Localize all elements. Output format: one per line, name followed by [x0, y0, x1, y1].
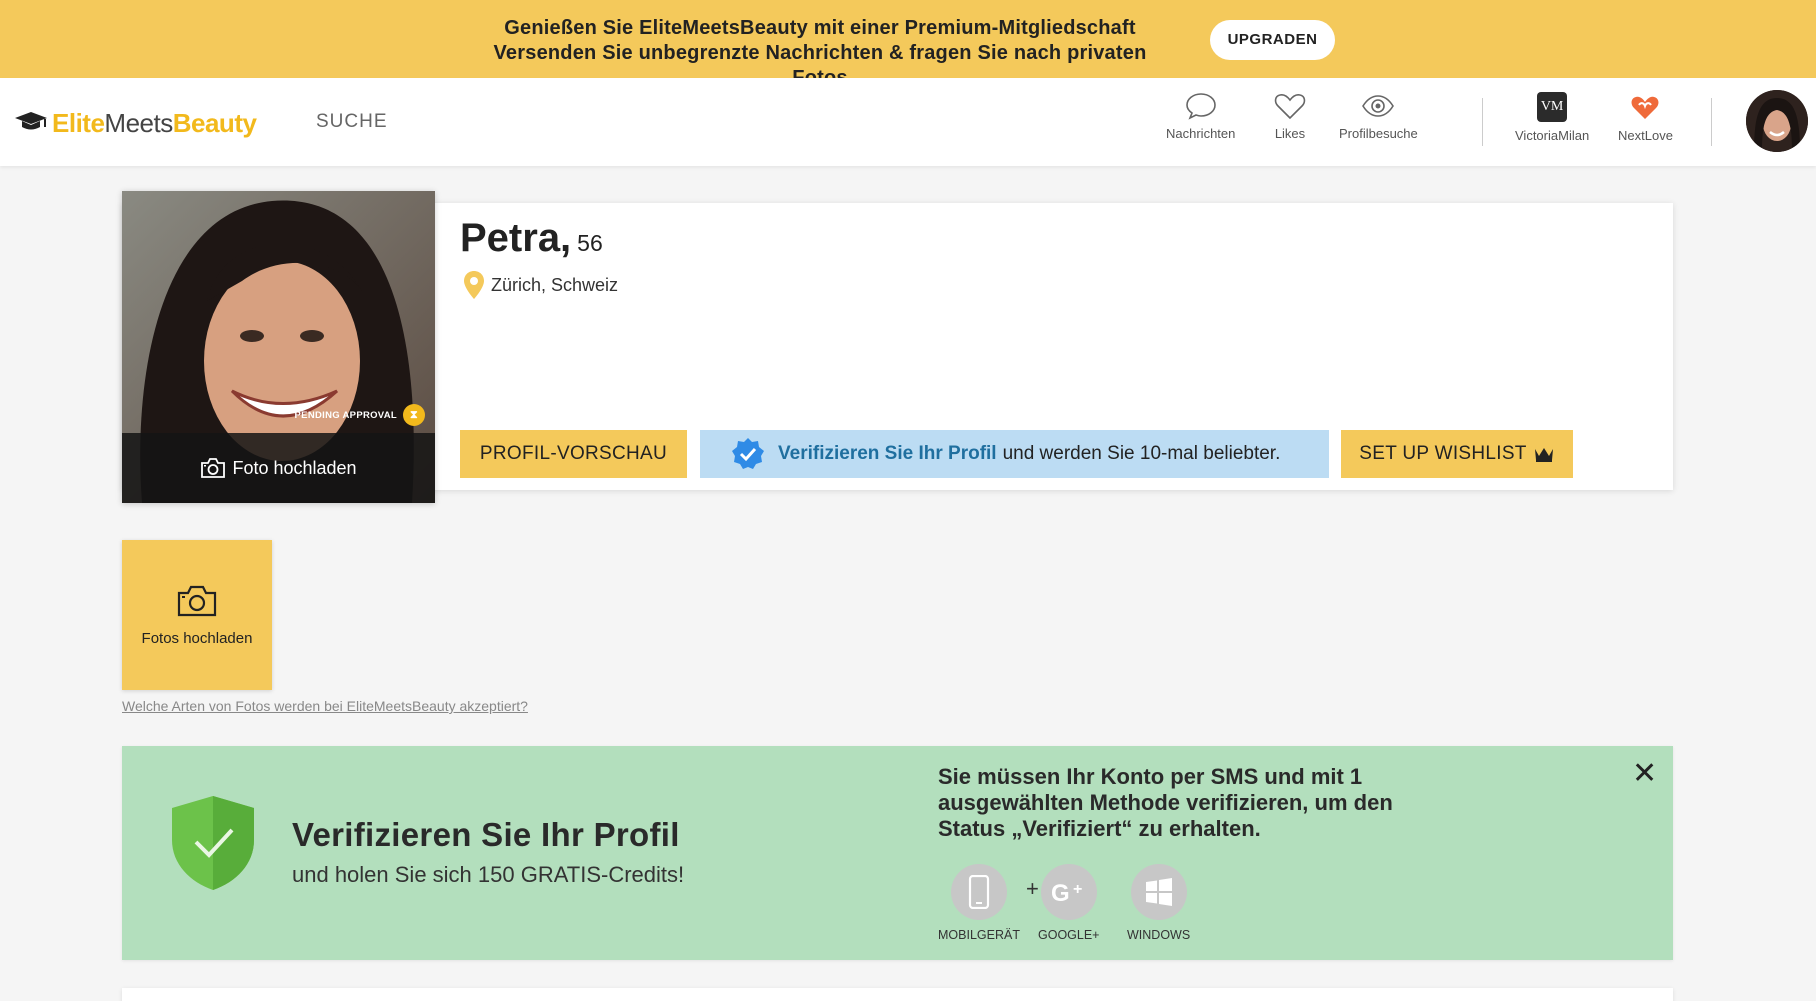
- nav-victoriamilan-label: VictoriaMilan: [1515, 128, 1590, 143]
- profile-name: Petra, 56: [460, 216, 603, 261]
- logo-text-beauty: Beauty: [172, 107, 257, 138]
- verify-method-mobile-label: MOBILGERÄT: [938, 928, 1020, 942]
- verify-panel-subtitle: und holen Sie sich 150 GRATIS-Credits!: [292, 862, 685, 887]
- verify-profile-panel: Verifizieren Sie Ihr Profil und holen Si…: [122, 746, 1673, 960]
- google-plus-icon: G +: [1040, 864, 1097, 920]
- nav-likes[interactable]: Likes: [1274, 92, 1306, 141]
- nav-nextlove[interactable]: NextLove: [1618, 92, 1673, 143]
- nav-divider: [1711, 98, 1712, 146]
- nav-profile-visits-label: Profilbesuche: [1339, 126, 1418, 141]
- camera-icon: [201, 458, 226, 478]
- profile-age: 56: [577, 230, 603, 256]
- logo-text-elite: Elite: [52, 107, 105, 138]
- verify-method-mobile[interactable]: MOBILGERÄT: [938, 864, 1020, 942]
- promo-line-1: Genießen Sie EliteMeetsBeauty mit einer …: [504, 17, 1136, 39]
- verify-panel-instructions: Sie müssen Ihr Konto per SMS und mit 1 a…: [938, 764, 1393, 841]
- profile-name-text: Petra,: [460, 216, 572, 260]
- eye-icon: [1362, 95, 1395, 117]
- logo-text-meets: Meets: [104, 107, 173, 138]
- upgrade-button[interactable]: UPGRADEN: [1210, 20, 1335, 60]
- profile-location: Zürich, Schweiz: [463, 270, 618, 300]
- nav-search-link[interactable]: SUCHE: [316, 111, 388, 133]
- verify-method-google[interactable]: G + GOOGLE+: [1038, 864, 1099, 942]
- verify-method-google-label: GOOGLE+: [1038, 928, 1100, 942]
- pending-approval-label: PENDING APPROVAL: [294, 409, 397, 421]
- close-icon[interactable]: ✕: [1632, 756, 1657, 791]
- upload-photos-label: Fotos hochladen: [141, 629, 253, 647]
- graduation-cap-icon: [14, 108, 48, 139]
- nextlove-icon: [1631, 96, 1659, 119]
- nav-nextlove-label: NextLove: [1618, 128, 1673, 143]
- top-navigation: Elite Meets Beauty SUCHE Nachrichten Likes…: [0, 78, 1816, 166]
- heart-icon: [1274, 93, 1306, 120]
- accepted-photos-link[interactable]: Welche Arten von Fotos werden bei EliteM…: [122, 698, 528, 714]
- verify-profile-rest: und werden Sie 10-mal beliebter.: [1002, 443, 1281, 464]
- verify-panel-title: Verifizieren Sie Ihr Profil: [292, 816, 680, 853]
- nav-profile-visits[interactable]: Profilbesuche: [1339, 92, 1418, 141]
- verified-badge-icon: [732, 438, 764, 469]
- shield-check-icon: [172, 796, 254, 890]
- site-logo[interactable]: Elite Meets Beauty: [14, 107, 257, 139]
- nav-victoriamilan[interactable]: VM VictoriaMilan: [1515, 92, 1589, 143]
- location-pin-icon: [464, 271, 484, 299]
- victoriamilan-icon: VM: [1537, 92, 1568, 122]
- upload-photo-button[interactable]: Foto hochladen: [122, 433, 435, 503]
- nav-likes-label: Likes: [1274, 126, 1306, 141]
- hourglass-icon: ⧗: [403, 404, 425, 426]
- verify-profile-strong: Verifizieren Sie Ihr Profil: [778, 443, 997, 464]
- verify-method-windows[interactable]: WINDOWS: [1127, 864, 1190, 942]
- profile-photo[interactable]: PENDING APPROVAL ⧗ Foto hochladen: [122, 191, 435, 503]
- next-section-card: [122, 988, 1673, 1001]
- wishlist-button-label: SET UP WISHLIST: [1359, 443, 1527, 464]
- pending-approval-status: PENDING APPROVAL ⧗: [295, 404, 425, 426]
- user-avatar[interactable]: [1746, 90, 1808, 152]
- verify-profile-button[interactable]: Verifizieren Sie Ihr Profil und werden S…: [700, 430, 1329, 478]
- svg-text:+: +: [1073, 881, 1082, 898]
- nav-messages[interactable]: Nachrichten: [1166, 92, 1235, 141]
- profile-location-text: Zürich, Schweiz: [491, 274, 619, 295]
- nav-messages-label: Nachrichten: [1166, 126, 1236, 141]
- mobile-icon: [950, 864, 1007, 920]
- wishlist-button[interactable]: SET UP WISHLIST: [1341, 430, 1573, 478]
- chat-icon: [1185, 93, 1216, 120]
- verify-method-windows-label: WINDOWS: [1127, 928, 1191, 942]
- upload-photo-label: Foto hochladen: [232, 457, 357, 478]
- crown-icon: [1534, 448, 1553, 462]
- upload-photos-tile[interactable]: Fotos hochladen: [122, 540, 272, 690]
- svg-text:G: G: [1051, 880, 1070, 906]
- promo-banner: Genießen Sie EliteMeetsBeauty mit einer …: [0, 0, 1816, 89]
- camera-icon: [177, 585, 217, 616]
- profile-preview-button[interactable]: PROFIL-VORSCHAU: [460, 430, 687, 478]
- nav-divider: [1482, 98, 1483, 146]
- windows-icon: [1130, 864, 1187, 920]
- plus-sign: +: [1026, 876, 1039, 901]
